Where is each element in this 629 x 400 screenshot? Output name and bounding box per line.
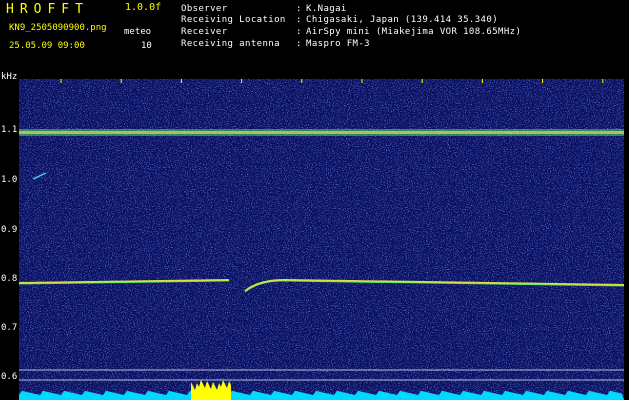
info-colon: : [296, 4, 302, 14]
info-value-receiver: AirSpy mini (Miakejima VOR 108.65MHz) [306, 27, 522, 37]
datetime-label: 25.05.09 09:00 [9, 41, 85, 51]
info-label-location: Receiving Location [181, 15, 286, 25]
info-colon: : [296, 39, 302, 49]
version-label: 1.0.0f [125, 2, 162, 13]
hrofft-window: HROFFT 1.0.0f KN9_2505090900.png 25.05.0… [0, 0, 629, 400]
y-tick-label: 1.1 [1, 125, 18, 135]
noise-layer [19, 79, 624, 400]
info-value-location: Chigasaki, Japan (139.414 35.340) [306, 15, 499, 25]
carrier-band-core [19, 131, 624, 134]
app-title: HROFFT [6, 2, 89, 17]
meteo-label: meteo [124, 27, 152, 37]
info-colon: : [296, 27, 302, 37]
info-label-observer: Observer [181, 4, 228, 14]
y-tick-label: 0.6 [1, 372, 18, 382]
info-colon: : [296, 15, 302, 25]
y-tick-label: 1.0 [1, 175, 18, 185]
spectrogram-plot [19, 79, 624, 400]
meteo-count: 10 [141, 41, 152, 51]
info-label-antenna: Receiving antenna [181, 39, 280, 49]
y-tick-label: 0.8 [1, 274, 18, 284]
info-value-observer: K.Nagai [306, 4, 347, 14]
y-tick-label: 0.7 [1, 323, 18, 333]
y-tick-label: 0.9 [1, 225, 18, 235]
info-value-antenna: Maspro FM-3 [306, 39, 371, 49]
filename-label: KN9_2505090900.png [9, 23, 107, 33]
y-unit-label: kHz [1, 72, 18, 82]
spectrogram-svg [19, 79, 624, 400]
info-label-receiver: Receiver [181, 27, 228, 37]
